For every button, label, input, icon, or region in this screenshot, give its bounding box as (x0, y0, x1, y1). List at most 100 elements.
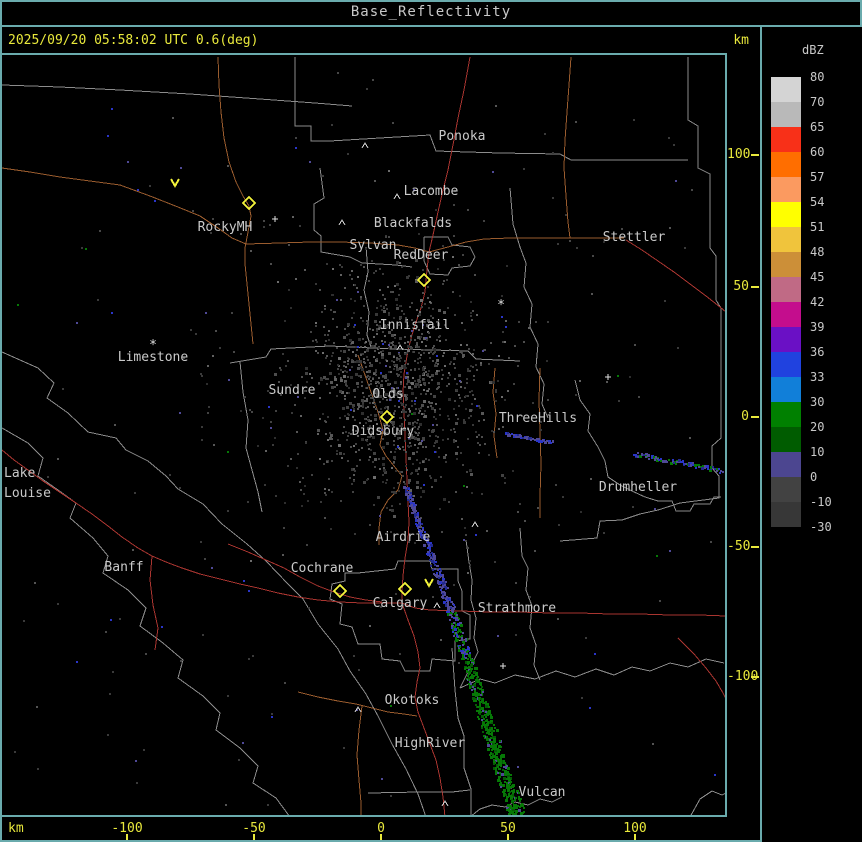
radar-echo-pixel (347, 460, 349, 462)
radar-echo-pixel (492, 171, 494, 173)
radar-echo-pixel (76, 661, 78, 663)
radar-echo-pixel (384, 298, 386, 300)
radar-echo-pixel (76, 322, 78, 324)
radar-echo-pixel (406, 352, 408, 354)
radar-echo-pixel (364, 362, 366, 364)
radar-echo-pixel (301, 376, 303, 378)
radar-echo-pixel (420, 354, 422, 356)
radar-echo-pixel (502, 784, 504, 786)
radar-echo-pixel (492, 753, 494, 755)
radar-echo-pixel (508, 795, 510, 797)
radar-map[interactable]: * * Ponoka Lacombe Blackfalds RockyMH Sylvan Re… (2, 55, 725, 815)
radar-echo-pixel (372, 79, 374, 81)
radar-echo-pixel (201, 426, 203, 428)
radar-echo-pixel (406, 383, 408, 385)
radar-echo-pixel (519, 503, 521, 505)
radar-echo-pixel (558, 524, 560, 526)
radar-echo-pixel (331, 355, 333, 357)
radar-echo-pixel (36, 706, 38, 708)
radar-echo-pixel (287, 360, 289, 362)
radar-echo-pixel (422, 369, 424, 371)
radar-echo-pixel (392, 344, 394, 346)
radar-echo-pixel (386, 360, 388, 362)
radar-echo-pixel (295, 278, 297, 280)
radar-echo-pixel (346, 392, 348, 394)
radar-echo-pixel (695, 467, 697, 469)
radar-echo-pixel (376, 307, 378, 309)
radar-echo-pixel (134, 492, 136, 494)
radar-echo-pixel (295, 147, 297, 149)
radar-echo-pixel (288, 244, 290, 246)
radar-echo-pixel (482, 710, 484, 712)
radar-echo-pixel (506, 782, 508, 784)
radar-echo-pixel (400, 371, 402, 373)
highway-line (428, 237, 624, 253)
frame-top (0, 0, 862, 2)
radar-echo-pixel (405, 465, 407, 467)
radar-echo-pixel (492, 381, 495, 384)
radar-echo-pixel (445, 461, 447, 463)
radar-echo-pixel (455, 422, 458, 425)
radar-echo-pixel (396, 368, 399, 371)
radar-echo-pixel (304, 485, 306, 487)
radar-echo-pixel (349, 274, 351, 276)
radar-echo-pixel (470, 664, 473, 667)
radar-echo-pixel (474, 690, 476, 692)
radar-echo-pixel (381, 309, 383, 311)
radar-echo-pixel (436, 424, 438, 426)
radar-echo-pixel (448, 501, 450, 503)
radar-echo-pixel (385, 482, 387, 484)
radar-echo-pixel (480, 362, 482, 364)
radar-echo-pixel (528, 327, 530, 329)
radar-echo-pixel (480, 698, 482, 700)
radar-echo-pixel (442, 591, 444, 593)
radar-echo-pixel (685, 463, 687, 465)
radar-echo-pixel (391, 467, 393, 469)
radar-echo-pixel (407, 378, 409, 380)
radar-echo-pixel (410, 347, 413, 350)
radar-echo-pixel (391, 509, 394, 512)
radar-echo-pixel (537, 507, 539, 509)
radar-echo-pixel (407, 380, 410, 383)
radar-echo-pixel (373, 356, 375, 358)
radar-echo-pixel (369, 443, 371, 445)
radar-echo-pixel (412, 463, 414, 465)
radar-echo-pixel (454, 367, 456, 369)
radar-echo-pixel (347, 323, 350, 326)
radar-echo-pixel (494, 561, 496, 563)
radar-echo-pixel (594, 653, 596, 655)
radar-echo-pixel (358, 364, 360, 366)
radar-echo-pixel (404, 386, 406, 388)
radar-echo-pixel (510, 807, 512, 809)
radar-echo-pixel (456, 614, 458, 616)
radar-echo-pixel (344, 395, 346, 397)
radar-echo-pixel (248, 658, 250, 660)
radar-echo-pixel (418, 386, 420, 388)
radar-echo-pixel (431, 486, 433, 488)
radar-echo-pixel (394, 451, 396, 453)
radar-echo-pixel (515, 582, 517, 584)
radar-echo-pixel (530, 437, 532, 439)
radar-echo-pixel (393, 444, 395, 446)
dbz-legend: dBZ 80 70 65 60 57 54 51 48 45 42 39 36 33 30 20 10 0 -10… (762, 27, 862, 842)
radar-echo-pixel (453, 622, 455, 624)
radar-echo-pixel (470, 683, 472, 685)
radar-echo-pixel (403, 486, 406, 489)
radar-echo-pixel (327, 439, 329, 441)
radar-echo-pixel (411, 413, 413, 415)
radar-echo-pixel (62, 388, 64, 390)
radar-echo-pixel (149, 185, 151, 187)
radar-echo-pixel (324, 305, 326, 307)
radar-echo-pixel (464, 329, 466, 331)
radar-echo-pixel (385, 304, 387, 306)
radar-echo-pixel (422, 490, 425, 493)
radar-echo-pixel (500, 763, 502, 765)
city-label: ThreeHills (499, 411, 577, 426)
radar-echo-pixel (457, 639, 459, 641)
radar-echo-pixel (510, 774, 512, 776)
radar-echo-pixel (264, 484, 266, 486)
radar-echo-pixel (411, 495, 413, 497)
radar-echo-pixel (343, 350, 346, 353)
radar-echo-pixel (467, 368, 469, 370)
radar-echo-pixel (451, 616, 453, 618)
